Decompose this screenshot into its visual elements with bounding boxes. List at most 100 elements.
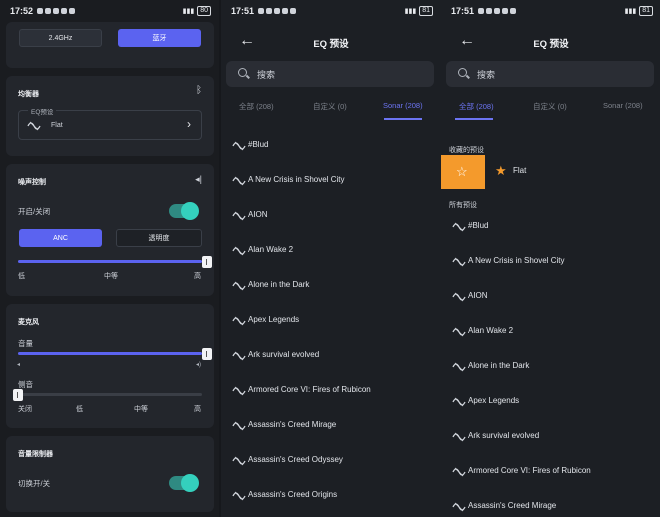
list-item[interactable]: Apex Legends [221,311,441,331]
preset-label: Apex Legends [248,315,300,324]
search-input[interactable]: 搜索 [226,61,434,87]
limiter-toggle-label: 切换开/关 [18,479,51,488]
list-item[interactable]: AION [441,287,660,307]
noise-level-high: 高 [194,273,201,280]
list-item[interactable]: Alan Wake 2 [441,322,660,342]
eq-wave-icon [232,489,246,503]
mic-volume-thumb[interactable] [202,348,212,360]
active-tab-indicator [455,118,493,120]
preset-label: #Blud [468,221,489,230]
search-input[interactable]: 搜索 [446,61,654,87]
anc-mode-button[interactable]: ANC [19,229,102,247]
noise-level-medium: 中等 [104,273,118,280]
list-item[interactable]: Alan Wake 2 [221,241,441,261]
preset-label: Ark survival evolved [468,431,540,440]
status-bar: 17:52 ▮▮▮ 80 [0,0,219,22]
band-2-4ghz-button[interactable]: 2.4GHz [19,29,102,47]
list-item[interactable]: Alone in the Dark [221,276,441,296]
tab-all[interactable]: 全部 (208) [459,101,494,112]
search-icon [238,68,247,77]
tab-sonar[interactable]: Sonar (208) [383,101,423,110]
noise-toggle[interactable] [169,202,199,220]
active-tab-indicator [384,118,422,120]
list-item[interactable]: A New Crisis in Shovel City [441,252,660,272]
list-item[interactable]: Assassin's Creed Mirage [441,497,660,517]
eq-preset-value: Flat [51,122,63,129]
favorite-preset-item[interactable]: ★ Flat [489,162,659,182]
band-bluetooth-button[interactable]: 蓝牙 [118,29,201,47]
connection-card: 2.4GHz 蓝牙 [6,22,214,68]
page-title: EQ 预设 [313,39,349,50]
bluetooth-icon: ᛒ [196,85,202,96]
eq-wave-icon [232,139,246,153]
list-item[interactable]: AION [221,206,441,226]
sidetone-slider[interactable] [18,393,202,396]
eq-preset-selector[interactable]: EQ预设 Flat › [18,106,202,140]
preset-label: Alone in the Dark [248,280,310,289]
volume-low-icon: ◂ [17,362,21,368]
notification-icons [258,8,297,14]
search-icon [458,68,467,77]
volume-limiter-title: 音量限制器 [18,451,53,458]
status-bar: 17:51 ▮▮▮ 81 [441,0,660,22]
eq-wave-icon [452,430,466,444]
list-item[interactable]: #Blud [221,136,441,156]
list-item[interactable]: Armored Core VI: Fires of Rubicon [441,462,660,482]
list-item[interactable]: Assassin's Creed Odyssey [221,451,441,471]
preset-label: Assassin's Creed Origins [248,490,338,499]
equalizer-title: 均衡器 [18,91,39,98]
sidetone-thumb[interactable] [13,389,23,401]
eq-wave-icon [27,121,41,131]
sidetone-high: 高 [194,406,201,413]
mic-volume-label: 音量 [18,339,33,348]
favorite-star-button[interactable]: ☆ [441,155,485,189]
preset-label: Ark survival evolved [248,350,320,359]
noise-control-title: 噪声控制 [18,179,46,186]
transparency-mode-button[interactable]: 透明度 [116,229,202,247]
list-item[interactable]: Apex Legends [441,392,660,412]
eq-wave-icon [452,395,466,409]
limiter-toggle[interactable] [169,474,199,492]
signal-icon: ▮▮▮ [182,8,195,15]
volume-high-icon: ◂) [196,362,202,368]
tab-custom[interactable]: 自定义 (0) [533,101,567,112]
headset-settings-screen: 17:52 ▮▮▮ 80 2.4GHz 蓝牙 均衡器 ᛒ EQ预设 Flat ›… [0,0,219,517]
eq-wave-icon [452,325,466,339]
list-item[interactable]: Ark survival evolved [441,427,660,447]
mic-volume-slider[interactable] [18,352,202,355]
microphone-card: 麦克风 音量 ◂ ◂) 侧音 关闭 低 中等 高 [6,304,214,428]
status-time: 17:51 [451,6,475,16]
tab-all[interactable]: 全部 (208) [239,101,274,112]
list-item[interactable]: #Blud [441,217,660,237]
sidetone-low: 低 [76,406,83,413]
battery-indicator: 81 [419,6,433,16]
eq-preset-box-label: EQ预设 [28,106,57,116]
eq-wave-icon [452,465,466,479]
preset-label: Alan Wake 2 [468,326,514,335]
eq-wave-icon [232,314,246,328]
list-item[interactable]: Assassin's Creed Origins [221,486,441,506]
equalizer-card: 均衡器 ᛒ EQ预设 Flat › [6,76,214,156]
preset-label: Alan Wake 2 [248,245,294,254]
eq-wave-icon [452,220,466,234]
preset-label: #Blud [248,140,269,149]
header: ← EQ 预设 [221,30,441,54]
favorite-preset-label: Flat [513,166,527,175]
eq-wave-icon [232,174,246,188]
star-filled-icon: ★ [495,163,507,178]
noise-level-slider[interactable] [18,260,202,263]
list-item[interactable]: Assassin's Creed Mirage [221,416,441,436]
noise-control-card: 噪声控制 ◂| 开启/关闭 ANC 透明度 低 中等 高 [6,164,214,296]
tab-sonar[interactable]: Sonar (208) [603,101,643,110]
list-item[interactable]: Ark survival evolved [221,346,441,366]
list-item[interactable]: Armored Core VI: Fires of Rubicon [221,381,441,401]
preset-label: Armored Core VI: Fires of Rubicon [468,466,591,475]
noise-level-thumb[interactable] [202,256,212,268]
page-title: EQ 预设 [533,39,569,50]
list-item[interactable]: A New Crisis in Shovel City [221,171,441,191]
list-item[interactable]: Alone in the Dark [441,357,660,377]
battery-indicator: 80 [197,6,211,16]
noise-level-low: 低 [18,273,25,280]
tab-custom[interactable]: 自定义 (0) [313,101,347,112]
search-placeholder: 搜索 [477,70,496,80]
